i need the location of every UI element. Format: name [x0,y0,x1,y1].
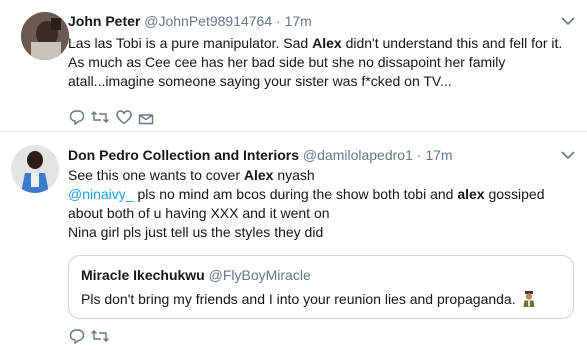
text-segment: nyash [273,167,315,183]
timestamp[interactable]: 17m [425,147,452,163]
dot-separator: · [416,147,422,163]
tweet-line: See this one wants to cover Alex nyash [68,166,573,185]
tweet-header: Don Pedro Collection and Interiors @dami… [68,146,453,164]
tweet-line: about both of u having XXX and it went o… [68,205,330,221]
tweet-line: @ninaivy_ pls no mind am bcos during the… [68,185,573,204]
tweet-text: See this one wants to cover Alex nyash @… [68,166,573,242]
text-segment: pls no mind am bcos during the show both… [133,186,458,202]
tweet-actions [68,327,110,347]
caret-down-icon[interactable] [561,150,575,160]
text-segment: See this one wants to cover [68,167,244,183]
mention-link[interactable]: @ninaivy_ [68,186,134,202]
tweet-line: Nina girl pls just tell us the styles th… [68,224,324,240]
quoted-tweet-text: Pls don't bring my friends and I into yo… [81,291,536,307]
user-handle[interactable]: @damilolapedro1 [303,147,413,163]
bold-text: alex [457,186,485,202]
quoted-tweet[interactable]: Miracle Ikechukwu @FlyBoyMiracle Pls don… [68,255,574,319]
quoted-user-handle: @FlyBoyMiracle [208,267,311,283]
retweet-icon[interactable] [90,327,110,345]
quoted-tweet-header: Miracle Ikechukwu @FlyBoyMiracle [81,267,311,283]
avatar[interactable] [11,145,59,193]
quoted-text: Pls don't bring my friends and I into yo… [81,291,516,307]
text-segment: gossiped [484,186,545,202]
quoted-display-name: Miracle Ikechukwu [81,267,205,283]
bold-text: Alex [243,167,274,183]
display-name[interactable]: Don Pedro Collection and Interiors [68,147,299,163]
reply-icon[interactable] [68,327,86,345]
tweet-don-pedro[interactable]: Don Pedro Collection and Interiors @dami… [0,0,587,345]
man-emoji-icon [523,291,534,307]
